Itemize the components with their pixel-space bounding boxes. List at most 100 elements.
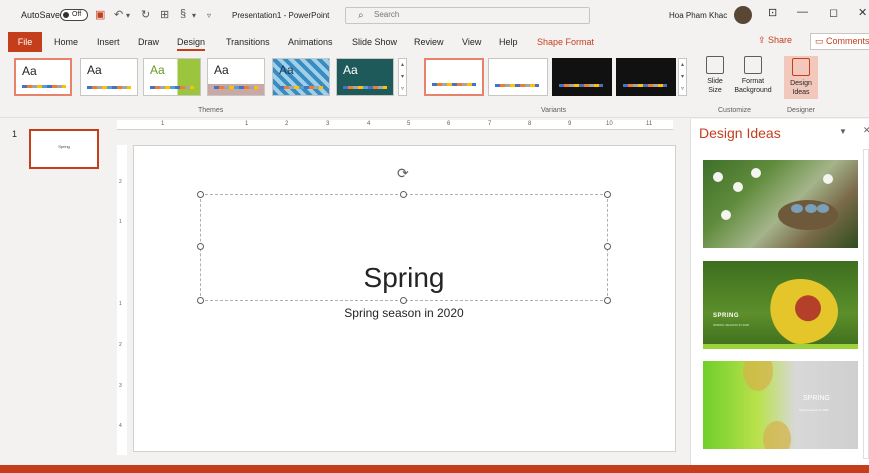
ruler-tick: 8 bbox=[528, 121, 532, 127]
design-ideas-title: Design Ideas bbox=[699, 125, 781, 141]
design-idea-1[interactable] bbox=[703, 160, 858, 248]
resize-handle[interactable] bbox=[604, 243, 611, 250]
slide-size-icon bbox=[706, 56, 724, 74]
search-input[interactable] bbox=[374, 10, 574, 19]
slide-number: 1 bbox=[12, 129, 18, 139]
restore-icon[interactable]: ◻ bbox=[829, 6, 838, 19]
touch-dropdown-icon[interactable]: ▾ bbox=[192, 11, 196, 20]
ruler-tick: 3 bbox=[119, 383, 122, 389]
vertical-ruler[interactable]: 2 1 1 2 3 4 bbox=[117, 145, 127, 455]
share-icon: ⇪ bbox=[758, 35, 769, 45]
share-label: Share bbox=[768, 35, 793, 45]
egg-shape bbox=[817, 204, 829, 213]
ribbon: Aa Aa Aa Aa Aa Aa ▴ ▾ ▿ Themes ▴ ▾ ▿ Variant… bbox=[0, 53, 869, 118]
idea-subtitle: Spring season in 2020 bbox=[799, 408, 829, 412]
comments-button[interactable]: ▭ Comments bbox=[810, 33, 869, 50]
resize-handle[interactable] bbox=[400, 297, 407, 304]
search-box[interactable]: ⌕ bbox=[345, 7, 590, 24]
theme-integral[interactable]: Aa bbox=[207, 58, 265, 96]
slide-title[interactable]: Spring bbox=[200, 262, 608, 294]
ruler-tick: 9 bbox=[568, 121, 572, 127]
theme-color-strip bbox=[343, 86, 387, 89]
ruler-tick: 11 bbox=[646, 121, 653, 127]
design-ideas-button[interactable]: Design Ideas bbox=[784, 56, 818, 99]
slide-thumbnail[interactable]: Spring bbox=[29, 129, 99, 169]
theme-ion[interactable]: Aa bbox=[336, 58, 394, 96]
tab-draw[interactable]: Draw bbox=[138, 37, 159, 47]
tab-review[interactable]: Review bbox=[414, 37, 444, 47]
tab-home[interactable]: Home bbox=[54, 37, 78, 47]
customize-qat-icon[interactable]: ▿ bbox=[207, 11, 211, 20]
ideas-scrollbar[interactable] bbox=[863, 149, 869, 459]
touch-mode-icon[interactable]: § bbox=[180, 8, 186, 20]
flower-shape bbox=[763, 279, 838, 344]
blossom-shape bbox=[823, 174, 833, 184]
share-button[interactable]: ⇪ Share bbox=[758, 35, 792, 46]
ribbon-display-icon[interactable]: ⊡ bbox=[768, 6, 777, 19]
tab-insert[interactable]: Insert bbox=[97, 37, 120, 47]
pane-options-icon[interactable]: ▼ bbox=[839, 127, 847, 136]
format-background-button[interactable]: Format Background bbox=[730, 56, 776, 95]
theme-facet[interactable]: Aa bbox=[143, 58, 201, 96]
ruler-tick: 2 bbox=[285, 121, 289, 127]
theme-office-theme[interactable]: Aa bbox=[80, 58, 138, 96]
variant-3[interactable] bbox=[552, 58, 612, 96]
ruler-tick: 5 bbox=[407, 121, 411, 127]
tab-transitions[interactable]: Transitions bbox=[226, 37, 270, 47]
resize-handle[interactable] bbox=[197, 297, 204, 304]
resize-handle[interactable] bbox=[604, 297, 611, 304]
ribbon-tabs: File Home Insert Draw Design Transitions… bbox=[0, 32, 869, 52]
variant-2[interactable] bbox=[488, 58, 548, 96]
theme-color-strip bbox=[22, 85, 66, 88]
egg-shape bbox=[805, 204, 817, 213]
ruler-tick: 2 bbox=[119, 179, 122, 185]
resize-handle[interactable] bbox=[400, 191, 407, 198]
horizontal-ruler[interactable]: 1 1 2 3 4 5 6 7 8 9 10 11 bbox=[117, 120, 673, 130]
tab-design[interactable]: Design bbox=[177, 37, 206, 51]
resize-handle[interactable] bbox=[197, 243, 204, 250]
close-icon[interactable]: ✕ bbox=[863, 125, 869, 136]
avatar[interactable] bbox=[734, 6, 752, 24]
undo-icon[interactable]: ↶ bbox=[114, 8, 123, 21]
save-icon[interactable]: ▣ bbox=[95, 8, 105, 21]
themes-scroll[interactable]: ▴ ▾ ▿ bbox=[398, 58, 407, 96]
tab-help[interactable]: Help bbox=[499, 37, 518, 47]
tab-file[interactable]: File bbox=[8, 32, 42, 52]
design-idea-2[interactable]: SPRING SPRING SEASON IN 2020 bbox=[703, 261, 858, 349]
undo-dropdown-icon[interactable]: ▾ bbox=[126, 11, 130, 20]
ruler-tick: 1 bbox=[119, 219, 122, 225]
autosave-toggle[interactable]: Off bbox=[60, 9, 88, 21]
thumbnail-title: Spring bbox=[58, 144, 70, 149]
ruler-tick: 7 bbox=[488, 121, 492, 127]
tab-shape-format[interactable]: Shape Format bbox=[537, 37, 594, 47]
rotate-handle-icon[interactable]: ⟳ bbox=[397, 165, 409, 182]
theme-ion-boardroom[interactable]: Aa bbox=[272, 58, 330, 96]
designer-group-label: Designer bbox=[787, 107, 816, 114]
slide-subtitle[interactable]: Spring season in 2020 bbox=[200, 306, 608, 320]
variants-scroll[interactable]: ▴ ▾ ▿ bbox=[678, 58, 687, 96]
tab-view[interactable]: View bbox=[462, 37, 481, 47]
design-idea-3[interactable]: SPRING Spring season in 2020 bbox=[703, 361, 858, 449]
tab-animations[interactable]: Animations bbox=[288, 37, 333, 47]
blossom-shape bbox=[733, 182, 743, 192]
minimize-icon[interactable]: — bbox=[797, 6, 808, 18]
ruler-tick: 3 bbox=[326, 121, 330, 127]
ruler-tick: 6 bbox=[447, 121, 451, 127]
design-ideas-pane: Design Ideas ▼ ✕ SPRING SPRING SEASON IN… bbox=[690, 119, 869, 465]
format-background-icon bbox=[744, 56, 762, 74]
resize-handle[interactable] bbox=[604, 191, 611, 198]
slide-size-button[interactable]: Slide Size bbox=[700, 56, 730, 95]
accent-strip bbox=[703, 344, 858, 349]
redo-icon[interactable]: ↻ bbox=[141, 8, 150, 21]
variant-4[interactable] bbox=[616, 58, 676, 96]
slide-size-label: Slide Size bbox=[707, 78, 723, 94]
theme-preview-text: Aa bbox=[150, 63, 165, 77]
user-name[interactable]: Hoa Pham Khac bbox=[669, 11, 727, 20]
theme-office[interactable]: Aa bbox=[14, 58, 72, 96]
close-icon[interactable]: ✕ bbox=[858, 6, 867, 19]
document-title: Presentation1 - PowerPoint bbox=[232, 11, 330, 20]
present-icon[interactable]: ⊞ bbox=[160, 8, 169, 21]
variant-1[interactable] bbox=[424, 58, 484, 96]
resize-handle[interactable] bbox=[197, 191, 204, 198]
tab-slide-show[interactable]: Slide Show bbox=[352, 37, 397, 47]
